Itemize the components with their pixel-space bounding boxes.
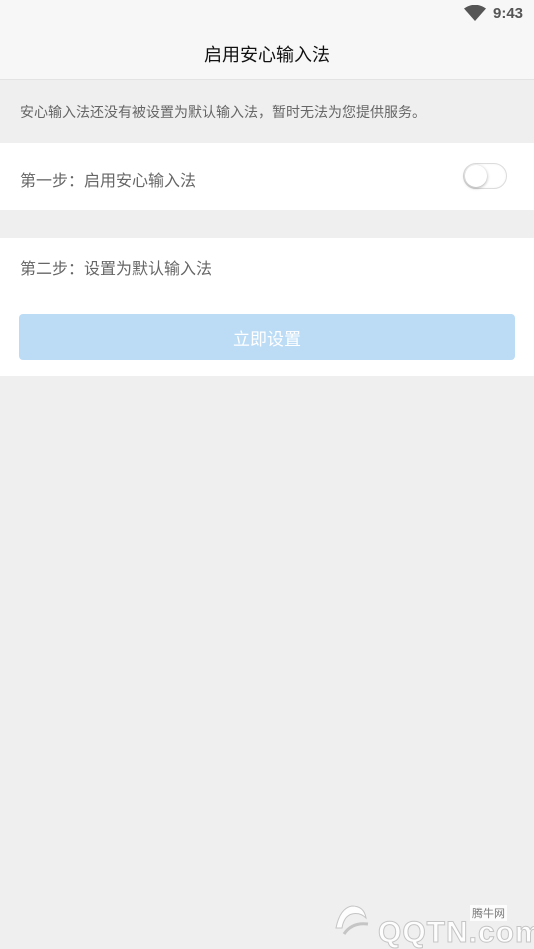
enable-ime-toggle[interactable] [463, 163, 507, 189]
watermark-site: QQTN.com [378, 916, 534, 949]
notice-text: 安心输入法还没有被设置为默认输入法，暂时无法为您提供服务。 [20, 105, 426, 121]
set-now-button[interactable]: 立即设置 [19, 314, 515, 360]
page-title: 启用安心输入法 [204, 44, 330, 66]
watermark-logo-icon [335, 905, 369, 935]
step2-label: 第二步：设置为默认输入法 [20, 259, 213, 278]
wifi-icon [464, 5, 486, 21]
status-bar: 9:43 [0, 0, 534, 28]
status-time: 9:43 [493, 5, 524, 22]
title-bar: 启用安心输入法 [0, 28, 534, 80]
screen: 9:43 启用安心输入法 安心输入法还没有被设置为默认输入法，暂时无法为您提供服… [0, 0, 534, 949]
step2-block: 第二步：设置为默认输入法 立即设置 [0, 238, 534, 376]
step1-row: 第一步：启用安心输入法 [0, 143, 534, 210]
step1-label: 第一步：启用安心输入法 [20, 171, 197, 190]
toggle-knob [465, 165, 487, 187]
